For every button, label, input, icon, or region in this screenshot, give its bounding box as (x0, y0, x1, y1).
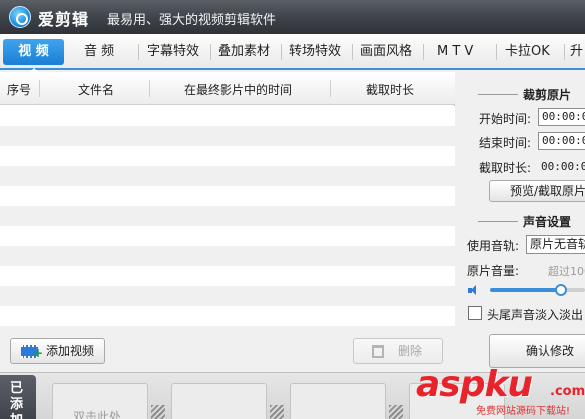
tab-audio[interactable]: 音 频 (84, 39, 114, 65)
empty-row (0, 246, 455, 266)
volume-label: 原片音量: (467, 264, 520, 278)
volume-slider-thumb[interactable] (555, 284, 568, 296)
empty-row (0, 306, 455, 326)
trash-icon (372, 345, 384, 358)
empty-row (0, 266, 455, 286)
delete-label: 删除 (398, 344, 423, 358)
clip-settings-panel: 裁剪原片 开始时间: 00:00:00 结束时间: 00:00:00 截取时长:… (456, 72, 585, 372)
tab-transition-effects[interactable]: 转场特效 (289, 39, 341, 65)
empty-row (0, 106, 455, 126)
empty-row (0, 146, 455, 166)
column-header-filename[interactable]: 文件名 (78, 81, 114, 98)
tab-mtv[interactable]: M T V (437, 39, 473, 65)
empty-row (0, 286, 455, 306)
transition-arrow-icon (270, 405, 284, 419)
duration-label: 截取时长: (479, 161, 532, 175)
app-slogan: 最易用、强大的视频剪辑软件 (107, 13, 277, 28)
transition-arrow-icon (389, 405, 403, 419)
tab-separator (423, 44, 424, 60)
list-action-bar: 添加视频 删除 (0, 327, 455, 372)
watermark-subtitle: 免费网站源码下载站! (476, 406, 571, 417)
column-separator (330, 80, 331, 97)
volume-hint: 超过100 (548, 265, 585, 278)
crop-section-title: 裁剪原片 (523, 88, 572, 102)
empty-row (0, 206, 455, 226)
timeline-slot[interactable] (171, 383, 267, 419)
end-time-label: 结束时间: (479, 136, 532, 150)
tab-karaoke[interactable]: 卡拉OK (505, 39, 550, 65)
start-time-input[interactable]: 00:00:00 (538, 108, 585, 126)
app-window: 爱剪辑 最易用、强大的视频剪辑软件 视 频 音 频 字幕特效 叠加素材 转场特效… (0, 0, 585, 419)
confirm-edit-button[interactable]: 确认修改 (489, 334, 585, 368)
list-header: 序号 文件名 在最终影片中的时间 截取时长 (0, 72, 455, 105)
column-header-timeline-time[interactable]: 在最终影片中的时间 (184, 81, 292, 98)
empty-row (0, 166, 455, 186)
tab-picture-style[interactable]: 画面风格 (360, 39, 412, 65)
empty-row (0, 186, 455, 206)
title-bar: 爱剪辑 最易用、强大的视频剪辑软件 (0, 0, 585, 34)
column-separator (149, 80, 150, 97)
added-clips-label: 已添加 (10, 381, 24, 419)
column-separator (39, 80, 40, 97)
watermark: aspku .com 免费网站源码下载站! (416, 364, 585, 419)
main-tab-bar: 视 频 音 频 字幕特效 叠加素材 转场特效 画面风格 M T V 卡拉OK 升 (0, 34, 585, 73)
video-list[interactable] (0, 106, 455, 327)
added-clips-tab[interactable]: 已添加 (0, 375, 36, 419)
empty-row (0, 126, 455, 146)
volume-slider[interactable] (490, 288, 585, 292)
app-name: 爱剪辑 (38, 10, 90, 29)
watermark-domain: .com (550, 384, 585, 399)
audio-track-label: 使用音轨: (467, 239, 520, 253)
tab-subtitle-effects[interactable]: 字幕特效 (147, 39, 199, 65)
timeline-slot[interactable]: 双击此处 (52, 383, 148, 419)
audio-section-title: 声音设置 (523, 215, 572, 229)
tab-separator (138, 44, 139, 60)
volume-slider-fill (490, 288, 562, 292)
video-list-panel: 序号 文件名 在最终影片中的时间 截取时长 (0, 72, 455, 327)
tab-video[interactable]: 视 频 (3, 39, 64, 73)
speaker-icon (468, 285, 478, 295)
section-divider (478, 94, 518, 95)
timeline-slot[interactable] (290, 383, 386, 419)
add-video-label: 添加视频 (46, 344, 95, 358)
end-time-input[interactable]: 00:00:00 (538, 132, 585, 150)
empty-row (0, 226, 455, 246)
tab-separator (496, 44, 497, 60)
section-divider (478, 221, 518, 222)
add-film-icon (21, 341, 43, 365)
tab-separator (281, 44, 282, 60)
slot-placeholder: 双击此处 (73, 410, 122, 419)
delete-button[interactable]: 删除 (353, 338, 443, 364)
preview-crop-button[interactable]: 预览/截取原片 (489, 180, 585, 202)
add-video-button[interactable]: 添加视频 (10, 338, 105, 365)
tab-separator (564, 44, 565, 60)
tab-overlay-materials[interactable]: 叠加素材 (218, 39, 270, 65)
column-header-index[interactable]: 序号 (7, 81, 31, 98)
app-logo-icon (9, 6, 31, 28)
fade-checkbox[interactable] (468, 306, 482, 320)
tab-separator (210, 44, 211, 60)
audio-track-select[interactable]: 原片无音轨 (526, 235, 585, 254)
watermark-logo: aspku (416, 364, 533, 405)
start-time-label: 开始时间: (479, 112, 532, 126)
tab-separator (352, 44, 353, 60)
transition-arrow-icon (151, 405, 165, 419)
duration-value: 00:00:00 (541, 160, 585, 173)
fade-label: 头尾声音淡入淡出 (487, 308, 584, 322)
column-header-duration[interactable]: 截取时长 (366, 81, 414, 98)
tab-upgrade[interactable]: 升 (570, 39, 583, 65)
